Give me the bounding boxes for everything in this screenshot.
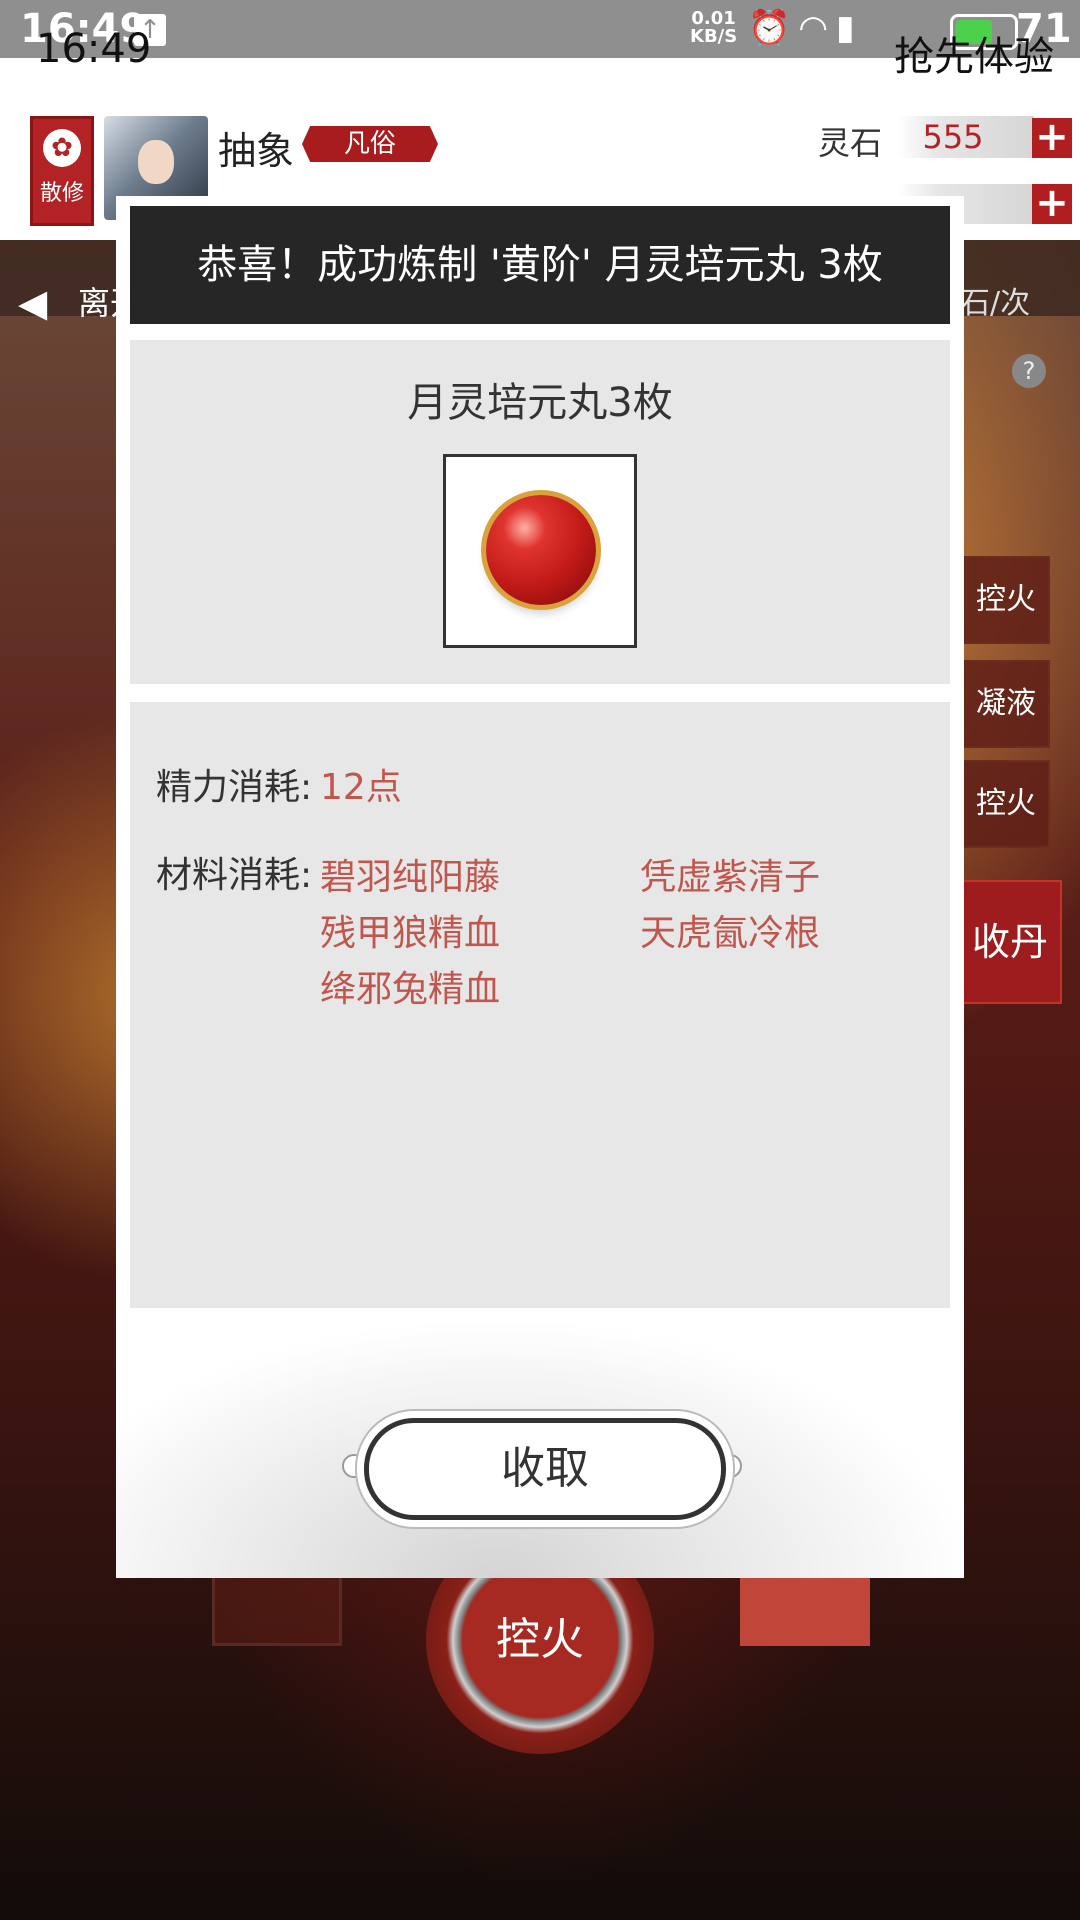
reward-item-name: 月灵培元丸3枚 (407, 380, 673, 426)
success-dialog: 恭喜！成功炼制 '黄阶' 月灵培元丸 3枚 月灵培元丸3枚 精力消耗: 12点 … (116, 196, 964, 1578)
material-item: 凭虚紫清子 (640, 857, 821, 898)
signal-icon: ▮ (836, 8, 863, 48)
fire-control-side-button[interactable]: 控火 (962, 556, 1050, 644)
button-left-knob (342, 1454, 366, 1478)
condense-side-button[interactable]: 凝液 (962, 660, 1050, 748)
add-spirit-stone-button[interactable]: + (1032, 117, 1072, 158)
consumption-panel: 精力消耗: 12点 材料消耗: 碧羽纯阳藤 凭虚紫清子 残甲狼精血 天虎氤冷根 … (130, 702, 950, 1308)
red-pill-icon (486, 495, 596, 605)
material-cost-label: 材料消耗: (156, 855, 313, 896)
status-icons: ⏰◠▮ (748, 8, 863, 48)
spirit-stone-label: 灵石 (818, 124, 883, 162)
alarm-icon: ⏰ (748, 8, 799, 48)
overlay-time: 16:49 (36, 26, 152, 72)
collect-pill-side-button[interactable]: 收丹 (958, 880, 1062, 1004)
network-speed-unit: KB/S (690, 26, 738, 47)
fire-control-side-button-2[interactable]: 控火 (962, 760, 1050, 848)
back-arrow-icon[interactable]: ◀ (18, 282, 60, 324)
material-item: 碧羽纯阳藤 (320, 857, 501, 898)
material-item: 残甲狼精血 (320, 913, 501, 954)
sect-label: 散修 (39, 181, 84, 206)
material-item: 天虎氤冷根 (640, 913, 821, 954)
dialog-title: 恭喜！成功炼制 '黄阶' 月灵培元丸 3枚 (130, 206, 950, 324)
early-access-label: 抢先体验 (894, 34, 1054, 80)
energy-cost-label: 精力消耗: (156, 767, 313, 808)
network-speed: 0.01 KB/S (690, 10, 737, 46)
lotus-emblem-icon: ✿ (43, 129, 81, 167)
reward-item-panel: 月灵培元丸3枚 (130, 340, 950, 684)
reward-item-slot[interactable] (443, 454, 637, 648)
cost-per-try-label: 石/次 (960, 286, 1031, 321)
add-resource-button[interactable]: + (1032, 183, 1072, 224)
sect-badge[interactable]: ✿ 散修 (30, 116, 94, 226)
wifi-icon: ◠ (798, 8, 837, 48)
material-item: 绛邪兔精血 (320, 969, 501, 1010)
player-name: 抽象 (218, 129, 295, 173)
rank-badge: 凡俗 (302, 126, 438, 162)
energy-cost-value: 12点 (320, 767, 402, 808)
collect-button[interactable]: 收取 (364, 1418, 726, 1520)
spirit-stone-value: 555 (922, 118, 984, 156)
help-icon[interactable]: ? (1012, 354, 1046, 388)
